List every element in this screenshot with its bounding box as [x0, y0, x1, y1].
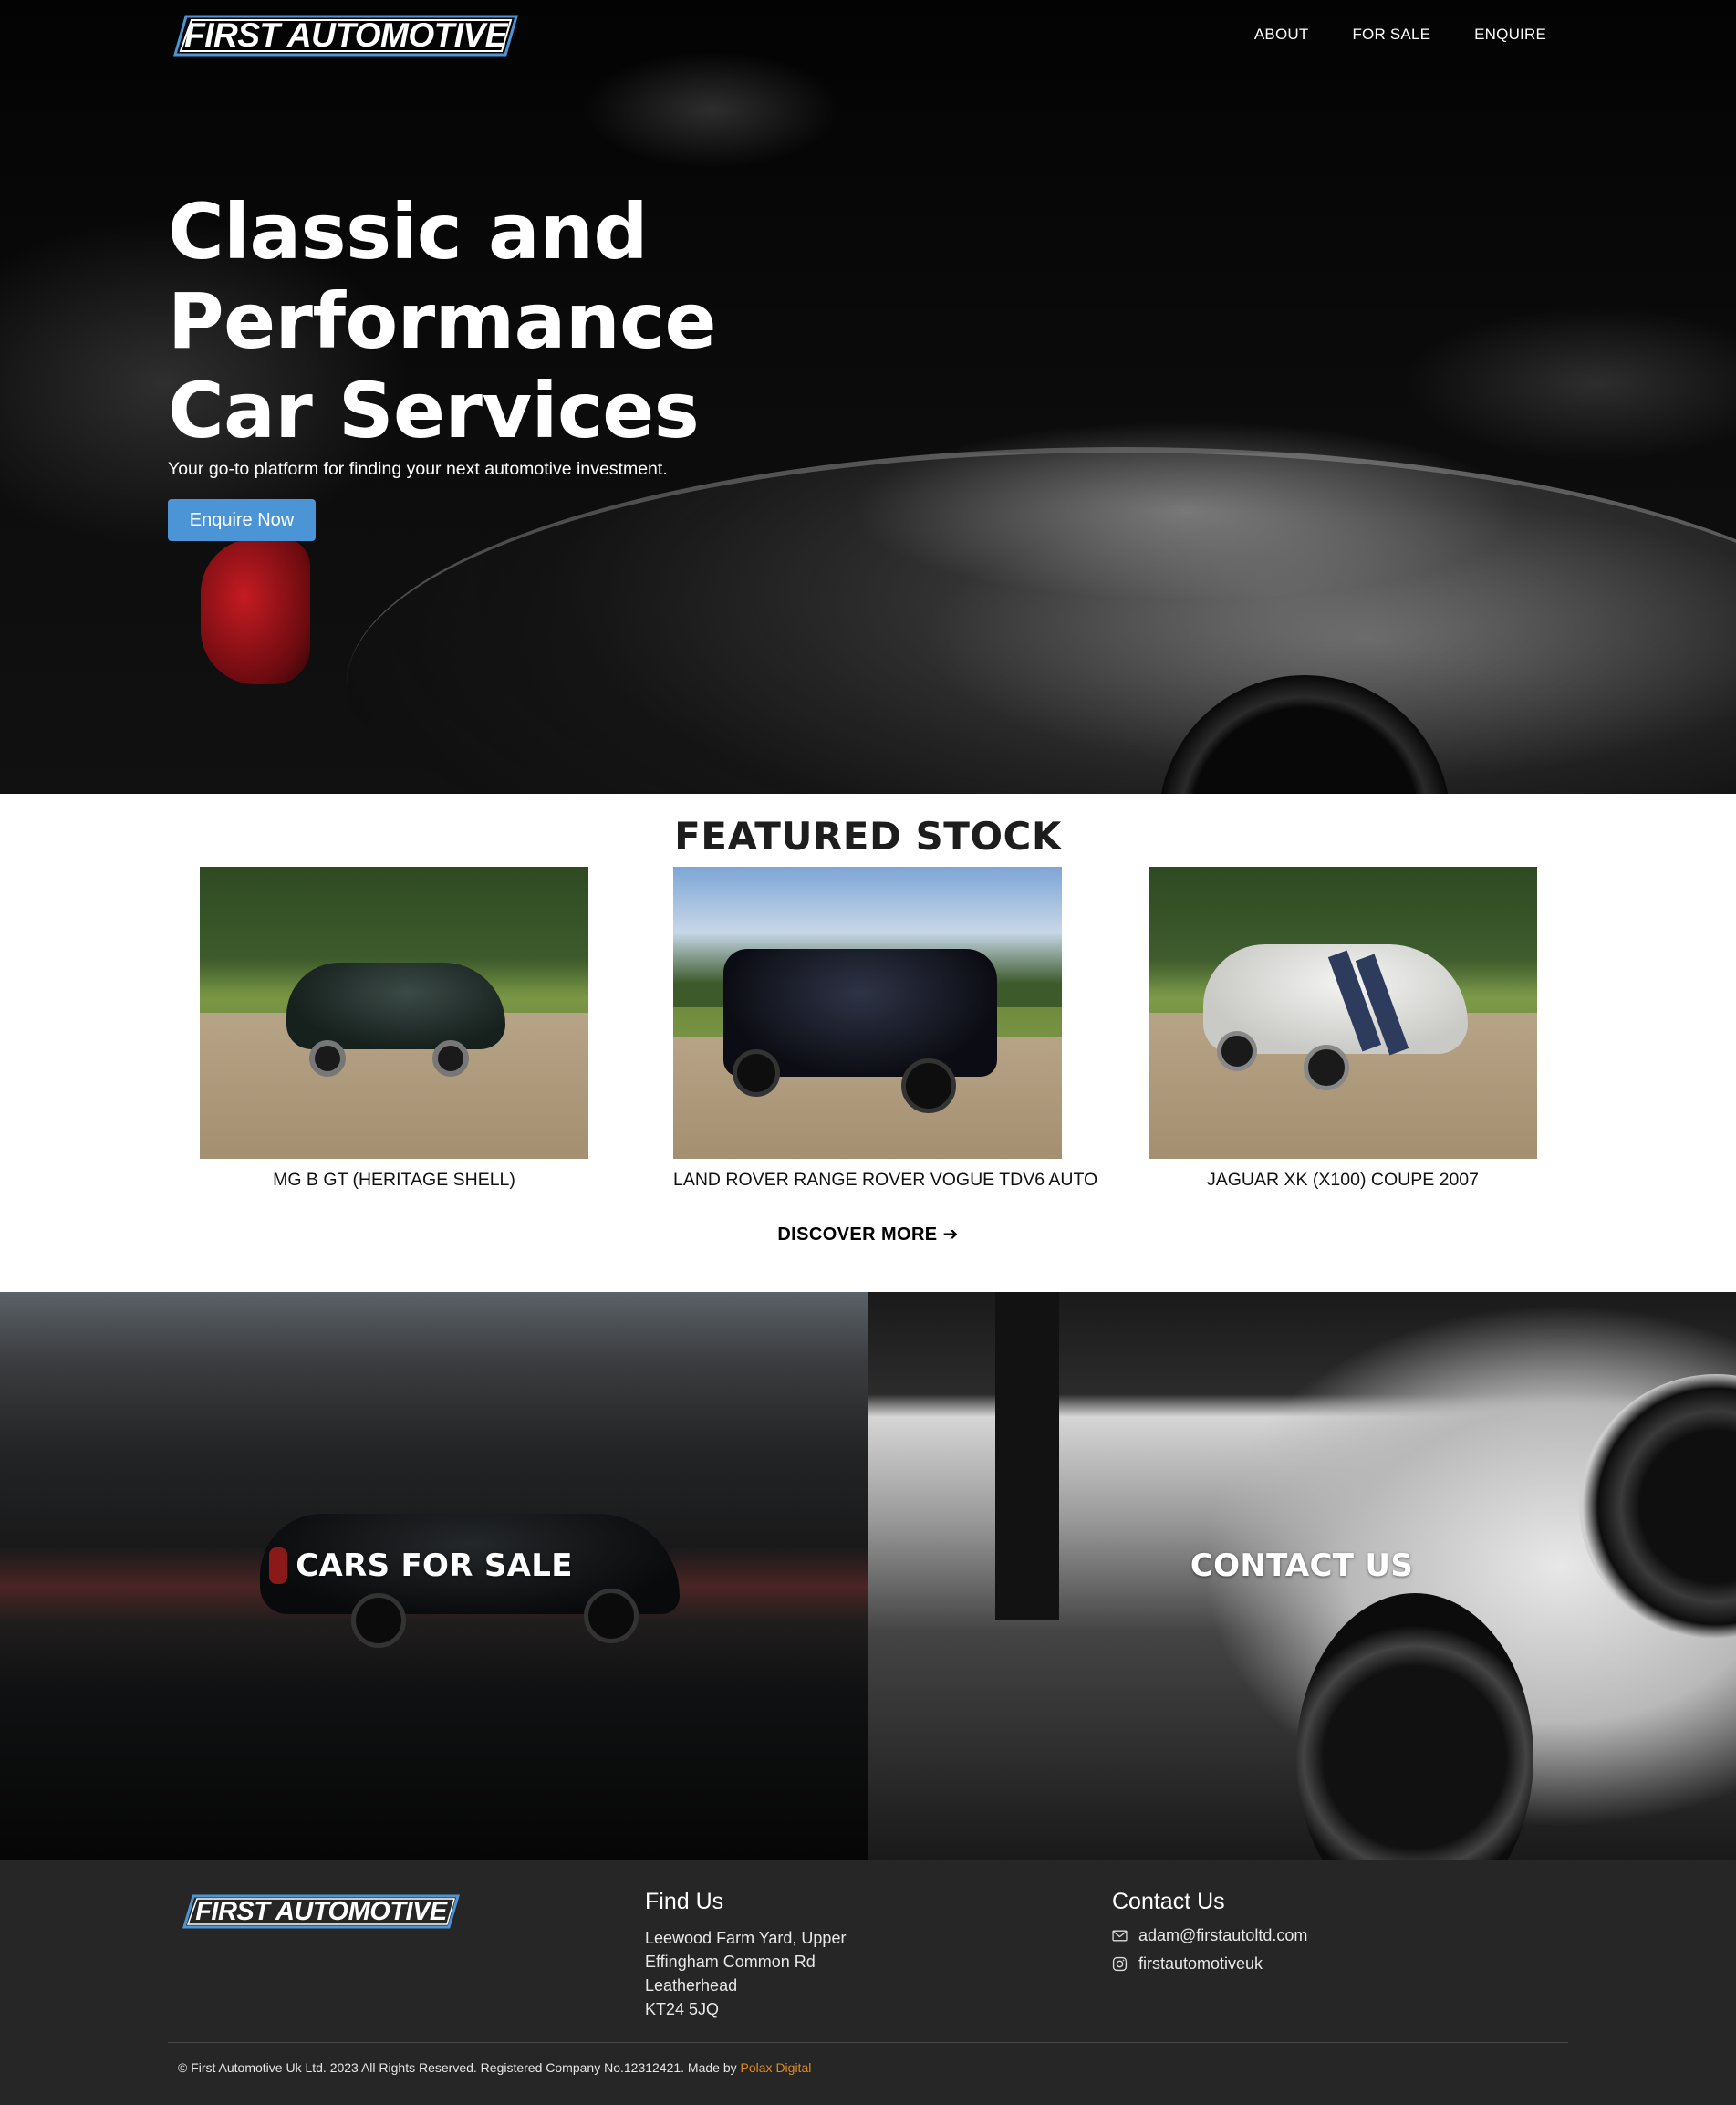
featured-stock-heading: FEATURED STOCK — [674, 814, 1062, 859]
nav-for-sale[interactable]: FOR SALE — [1352, 26, 1430, 44]
featured-car-card[interactable]: LAND ROVER RANGE ROVER VOGUE TDV6 AUTO — [673, 867, 1097, 1191]
find-us-block: Find Us Leewood Farm Yard, Upper Effingh… — [645, 1889, 846, 2021]
mail-icon — [1112, 1930, 1128, 1942]
car-title[interactable]: JAGUAR XK (X100) COUPE 2007 — [1149, 1170, 1537, 1191]
copyright-text: © First Automotive Uk Ltd. 2023 All Righ… — [178, 2060, 811, 2075]
contact-us-label[interactable]: CONTACT US — [868, 1547, 1736, 1584]
address-line: Effingham Common Rd — [645, 1953, 816, 1971]
logo-text: FIRST AUTOMOTIVE — [184, 16, 507, 54]
contact-block: Contact Us adam@firstautoltd.com firstau… — [1112, 1889, 1307, 1983]
car-photo-range-rover[interactable] — [673, 867, 1062, 1159]
instagram-link[interactable]: firstautomotiveuk — [1112, 1954, 1307, 1974]
car-photo-mg[interactable] — [200, 867, 588, 1159]
address-line: KT24 5JQ — [645, 2000, 720, 2018]
hero-section: FIRST AUTOMOTIVE ABOUT FOR SALE ENQUIRE … — [0, 0, 1736, 794]
featured-car-card[interactable]: JAGUAR XK (X100) COUPE 2007 — [1149, 867, 1537, 1191]
footer-divider — [168, 2042, 1568, 2043]
nav-enquire[interactable]: ENQUIRE — [1474, 26, 1546, 44]
site-footer: FIRST AUTOMOTIVE Find Us Leewood Farm Ya… — [0, 1860, 1736, 2105]
cars-for-sale-tile[interactable]: CARS FOR SALE — [0, 1292, 868, 1860]
address-line: Leatherhead — [645, 1976, 738, 1995]
contact-us-heading: Contact Us — [1112, 1889, 1225, 1914]
car-title[interactable]: LAND ROVER RANGE ROVER VOGUE TDV6 AUTO — [673, 1170, 1097, 1191]
hero-title: Classic and Performance Car Services — [168, 187, 716, 455]
address-line: Leewood Farm Yard, Upper — [645, 1929, 847, 1947]
top-nav: FIRST AUTOMOTIVE ABOUT FOR SALE ENQUIRE — [0, 0, 1736, 73]
instagram-handle[interactable]: firstautomotiveuk — [1138, 1954, 1263, 1974]
featured-car-card[interactable]: MG B GT (HERITAGE SHELL) — [200, 867, 588, 1191]
footer-logo[interactable]: FIRST AUTOMOTIVE — [182, 1894, 460, 1929]
enquire-now-button[interactable]: Enquire Now — [168, 499, 316, 541]
instagram-icon — [1112, 1956, 1128, 1972]
copyright-line: © First Automotive Uk Ltd. 2023 All Righ… — [178, 2060, 741, 2075]
car-photo-jaguar[interactable] — [1149, 867, 1537, 1159]
car-title[interactable]: MG B GT (HERITAGE SHELL) — [200, 1170, 588, 1191]
brand-logo[interactable]: FIRST AUTOMOTIVE — [173, 15, 518, 57]
hero-car-body — [347, 447, 1736, 794]
nav-links: ABOUT FOR SALE ENQUIRE — [1254, 26, 1546, 44]
hero-car-taillight — [201, 538, 310, 684]
nav-about[interactable]: ABOUT — [1254, 26, 1309, 44]
hero-subtitle: Your go-to platform for finding your nex… — [168, 459, 668, 479]
find-us-heading: Find Us — [645, 1889, 724, 1914]
cars-for-sale-label[interactable]: CARS FOR SALE — [0, 1547, 868, 1584]
email-link[interactable]: adam@firstautoltd.com — [1112, 1926, 1307, 1945]
email-text[interactable]: adam@firstautoltd.com — [1138, 1926, 1307, 1945]
contact-us-tile[interactable]: CONTACT US — [868, 1292, 1736, 1860]
maker-link[interactable]: Polax Digital — [741, 2060, 812, 2075]
discover-more-link[interactable]: DISCOVER MORE ➔ — [0, 1223, 1736, 1245]
footer-logo-text: FIRST AUTOMOTIVE — [195, 1896, 447, 1926]
